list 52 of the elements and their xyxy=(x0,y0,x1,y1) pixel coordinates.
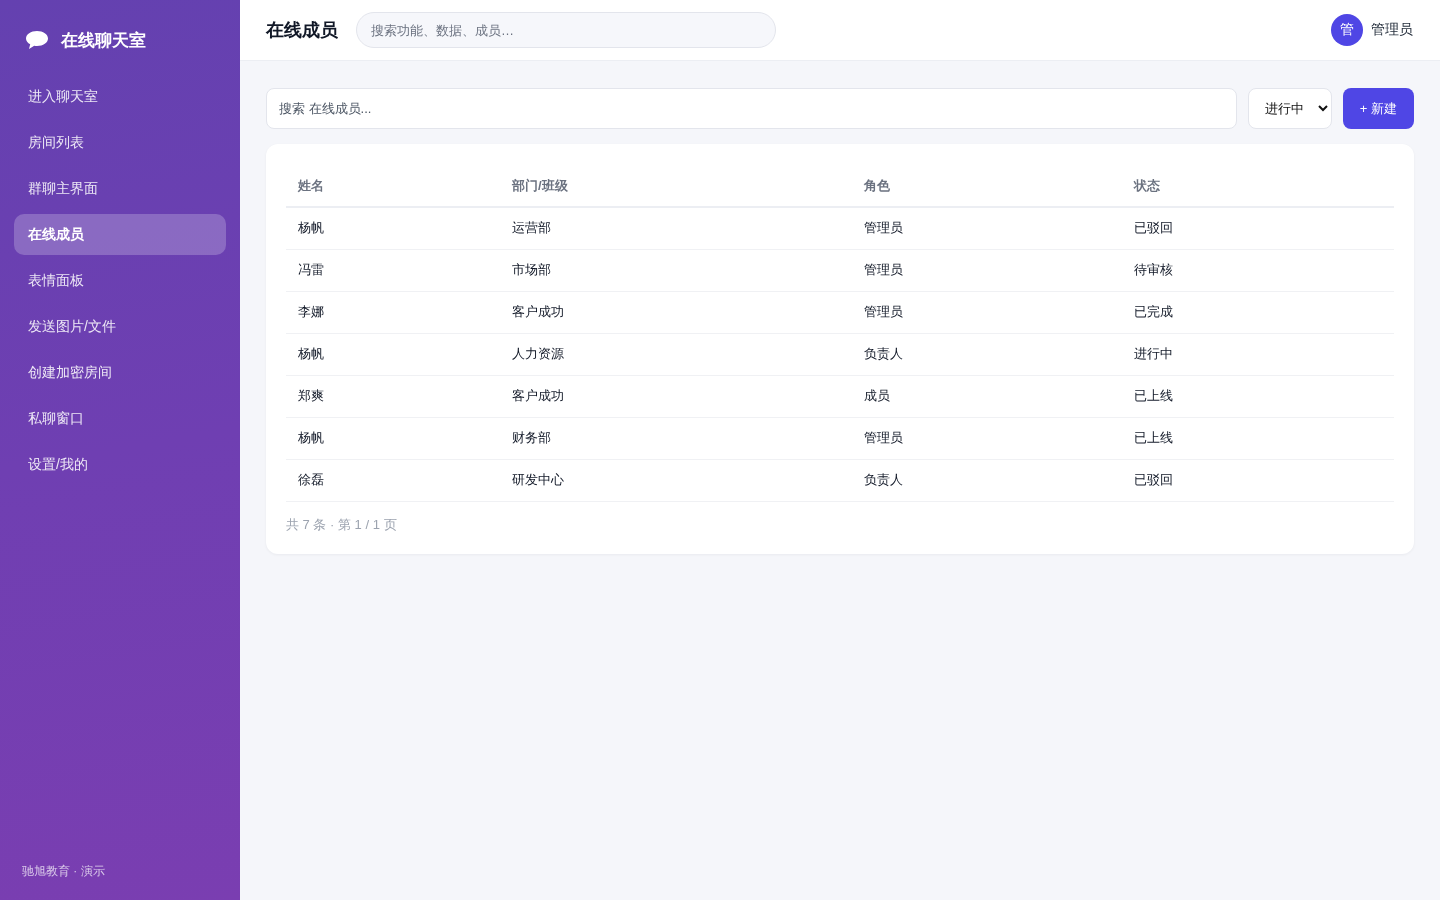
table-cell: 已驳回 xyxy=(1122,207,1394,249)
search-field[interactable]: 搜索 在线成员... xyxy=(266,88,1237,129)
table-cell: 杨帆 xyxy=(286,417,500,459)
column-header: 部门/班级 xyxy=(500,166,852,207)
user-name: 管理员 xyxy=(1371,21,1413,39)
table-cell: 市场部 xyxy=(500,249,852,291)
footer-text: 驰旭教育 · 演示 xyxy=(21,863,106,880)
table-cell: 负责人 xyxy=(852,333,1122,375)
avatar-icon[interactable]: 管 xyxy=(1331,14,1363,46)
sidebar-item[interactable]: 发送图片/文件 xyxy=(14,306,226,347)
table-cell: 已上线 xyxy=(1122,375,1394,417)
table-cell: 运营部 xyxy=(500,207,852,249)
table-cell: 杨帆 xyxy=(286,207,500,249)
table-cell: 客户成功 xyxy=(500,291,852,333)
speech-bubble-icon xyxy=(25,30,49,50)
status-select[interactable]: 进行中 xyxy=(1247,88,1332,129)
sidebar-item[interactable]: 创建加密房间 xyxy=(14,352,226,393)
table-cell: 已上线 xyxy=(1122,417,1394,459)
app-title: 在线聊天室 xyxy=(61,29,146,52)
table-cell: 成员 xyxy=(852,375,1122,417)
table-cell: 管理员 xyxy=(852,249,1122,291)
sidebar-item[interactable]: 设置/我的 xyxy=(14,444,226,485)
search-field[interactable]: 搜索功能、数据、成员… xyxy=(356,12,776,48)
table-cell: 郑爽 xyxy=(286,375,500,417)
table-cell: 研发中心 xyxy=(500,459,852,501)
table-cell: 已完成 xyxy=(1122,291,1394,333)
column-header: 状态 xyxy=(1122,166,1394,207)
column-header: 角色 xyxy=(852,166,1122,207)
new-button[interactable]: + 新建 xyxy=(1342,88,1414,129)
pagination-text: 共 7 条 · 第 1 / 1 页 xyxy=(286,515,398,534)
sidebar-item[interactable]: 房间列表 xyxy=(14,122,226,163)
column-header: 姓名 xyxy=(286,166,500,207)
table-cell: 管理员 xyxy=(852,207,1122,249)
sidebar-item[interactable]: 私聊窗口 xyxy=(14,398,226,439)
table-cell: 李娜 xyxy=(286,291,500,333)
table-cell: 待审核 xyxy=(1122,249,1394,291)
table-cell: 负责人 xyxy=(852,459,1122,501)
sidebar-item[interactable]: 进入聊天室 xyxy=(14,76,226,117)
table-cell: 管理员 xyxy=(852,291,1122,333)
page-title: 在线成员 xyxy=(266,19,338,42)
table-cell: 人力资源 xyxy=(500,333,852,375)
table-cell: 冯雷 xyxy=(286,249,500,291)
table-cell: 进行中 xyxy=(1122,333,1394,375)
table-cell: 管理员 xyxy=(852,417,1122,459)
table-cell: 杨帆 xyxy=(286,333,500,375)
table-cell: 客户成功 xyxy=(500,375,852,417)
sidebar-item[interactable]: 表情面板 xyxy=(14,260,226,301)
table-cell: 已驳回 xyxy=(1122,459,1394,501)
sidebar-item[interactable]: 在线成员 xyxy=(14,214,226,255)
table-cell: 徐磊 xyxy=(286,459,500,501)
sidebar-item[interactable]: 群聊主界面 xyxy=(14,168,226,209)
table-cell: 财务部 xyxy=(500,417,852,459)
